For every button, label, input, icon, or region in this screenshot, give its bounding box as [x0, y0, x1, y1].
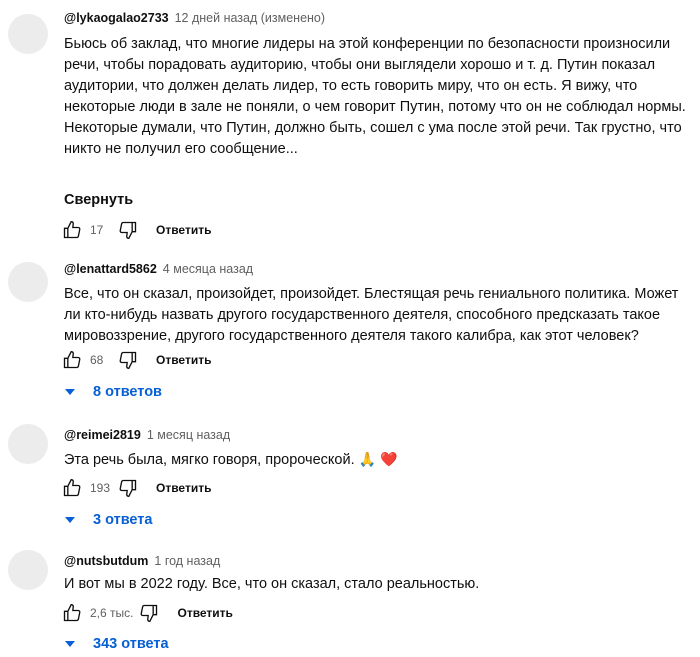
- comment-actions: 17 Ответить: [60, 218, 211, 242]
- like-count: 17: [90, 223, 104, 237]
- replies-count: 343 ответа: [93, 636, 169, 652]
- like-icon: [63, 603, 81, 622]
- comment-actions: 2,6 тыс. Ответить: [60, 601, 233, 625]
- avatar[interactable]: [8, 424, 48, 464]
- avatar[interactable]: [8, 550, 48, 590]
- dislike-button[interactable]: [116, 476, 140, 500]
- replies-count: 3 ответа: [93, 512, 153, 528]
- comment-time[interactable]: 12 дней назад (изменено): [175, 11, 325, 25]
- comment-author[interactable]: @lykaogalao2733: [64, 11, 169, 25]
- show-replies-button[interactable]: 3 ответа: [64, 512, 152, 528]
- dislike-icon: [141, 604, 158, 623]
- comment-header: @lenattard5862 4 месяца назад: [64, 262, 253, 276]
- comment-text: Бьюсь об заклад, что многие лидеры на эт…: [64, 36, 686, 157]
- chevron-down-icon: [64, 514, 76, 526]
- show-replies-button[interactable]: 8 ответов: [64, 384, 162, 400]
- like-count: 193: [90, 481, 111, 495]
- like-count: 68: [90, 353, 104, 367]
- comment-text: И вот мы в 2022 году. Все, что он сказал…: [64, 576, 480, 592]
- reply-button[interactable]: Ответить: [156, 223, 211, 237]
- dislike-icon: [119, 221, 137, 240]
- reply-button[interactable]: Ответить: [177, 606, 232, 620]
- comment-actions: 193 Ответить: [60, 476, 211, 500]
- collapse-button[interactable]: Свернуть: [64, 192, 133, 208]
- dislike-button[interactable]: [137, 601, 161, 625]
- dislike-button[interactable]: [116, 348, 140, 372]
- comment-author[interactable]: @reimei2819: [64, 428, 141, 442]
- avatar[interactable]: [8, 14, 48, 54]
- comment-header: @reimei2819 1 месяц назад: [64, 428, 230, 442]
- like-count: 2,6 тыс.: [90, 606, 134, 620]
- comment-emoji: 🙏 ❤️: [358, 451, 398, 467]
- comment-header: @lykaogalao2733 12 дней назад (изменено): [64, 11, 325, 25]
- comment-author[interactable]: @lenattard5862: [64, 262, 157, 276]
- reply-button[interactable]: Ответить: [156, 353, 211, 367]
- comment-time[interactable]: 1 год назад: [154, 554, 220, 568]
- comment-text-block: Эта речь была, мягко говоря, пророческой…: [64, 449, 690, 471]
- avatar[interactable]: [8, 262, 48, 302]
- dislike-icon: [119, 351, 137, 370]
- show-replies-button[interactable]: 343 ответа: [64, 636, 169, 652]
- comment-time[interactable]: 4 месяца назад: [163, 262, 253, 276]
- comment-text: Эта речь была, мягко говоря, пророческой…: [64, 452, 355, 468]
- dislike-button[interactable]: [116, 218, 140, 242]
- like-button[interactable]: [60, 601, 84, 625]
- comment-text: Все, что он сказал, произойдет, произойд…: [64, 286, 679, 344]
- reply-button[interactable]: Ответить: [156, 481, 211, 495]
- like-button[interactable]: [60, 218, 84, 242]
- like-button[interactable]: [60, 348, 84, 372]
- comment-author[interactable]: @nutsbutdum: [64, 554, 148, 568]
- like-icon: [63, 220, 81, 239]
- like-button[interactable]: [60, 476, 84, 500]
- dislike-icon: [119, 479, 137, 498]
- replies-count: 8 ответов: [93, 384, 162, 400]
- like-icon: [63, 478, 81, 497]
- like-icon: [63, 350, 81, 369]
- comment-header: @nutsbutdum 1 год назад: [64, 554, 220, 568]
- comment-time[interactable]: 1 месяц назад: [147, 428, 230, 442]
- comment-actions: 68 Ответить: [60, 348, 211, 372]
- chevron-down-icon: [64, 638, 76, 650]
- chevron-down-icon: [64, 386, 76, 398]
